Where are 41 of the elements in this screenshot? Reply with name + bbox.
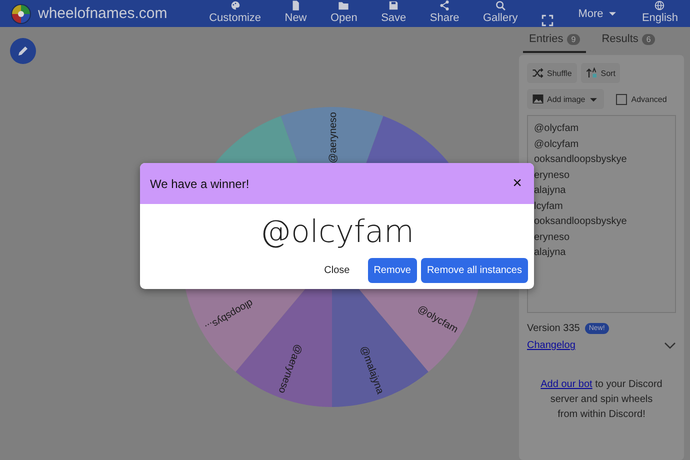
version-label: Version 335 xyxy=(527,323,580,334)
nav-button[interactable]: New xyxy=(280,0,311,27)
shuffle-icon xyxy=(532,67,544,79)
entries-textarea[interactable]: @olycfam @olcyfam ooksandloopsbyskye eryneso alajyna lcyfam ooksandloopsbyskye eryneso alajyna xyxy=(527,115,676,313)
checkbox-label: Advanced xyxy=(631,94,667,104)
dialog-title: We have a winner! xyxy=(150,176,250,190)
nav-button[interactable]: English xyxy=(638,0,682,27)
edit-button[interactable] xyxy=(10,38,36,64)
toolbar-button[interactable]: Add image xyxy=(527,89,604,109)
site-title: wheelofnames.com xyxy=(38,5,168,22)
share-icon xyxy=(439,0,450,11)
count-badge: 9 xyxy=(567,34,580,44)
fullscreen-icon xyxy=(541,14,554,27)
add-bot-link[interactable]: Add our bot xyxy=(540,379,592,390)
tab[interactable]: Results 6 xyxy=(596,27,661,53)
nav-button[interactable]: Open xyxy=(326,0,362,27)
winner-name: @olcyfam xyxy=(258,213,416,252)
remove-button[interactable]: Remove xyxy=(368,258,417,283)
image-icon xyxy=(532,93,544,105)
logo-icon xyxy=(10,2,32,24)
count-badge: 6 xyxy=(642,34,655,44)
wheel-label: @aeryneso xyxy=(328,112,339,164)
changelog-link[interactable]: Changelog xyxy=(527,340,576,351)
tab[interactable]: Entries 9 xyxy=(523,27,586,53)
file-icon xyxy=(290,0,302,11)
nav-button[interactable]: Share xyxy=(426,0,464,27)
globe-icon xyxy=(654,0,666,11)
remove-button[interactable]: Remove all instances xyxy=(420,258,528,283)
nav-button[interactable]: Customize xyxy=(205,0,266,27)
pencil-icon xyxy=(17,45,29,57)
checkbox[interactable] xyxy=(616,94,628,104)
toolbar-button[interactable]: Sort xyxy=(580,63,620,83)
folder-icon xyxy=(338,0,350,11)
search-icon xyxy=(494,0,506,11)
discord-promo-text: Add our bot to your Discord server and spin wheels from within Discord! xyxy=(540,378,664,422)
chevron-down-icon[interactable] xyxy=(664,342,676,350)
nav-button[interactable]: Gallery xyxy=(478,0,522,27)
sort-icon xyxy=(586,67,598,79)
nav-button[interactable]: Save xyxy=(377,0,410,27)
more-menu-button[interactable]: More xyxy=(574,0,622,27)
toolbar-button[interactable]: Shuffle xyxy=(527,63,577,83)
